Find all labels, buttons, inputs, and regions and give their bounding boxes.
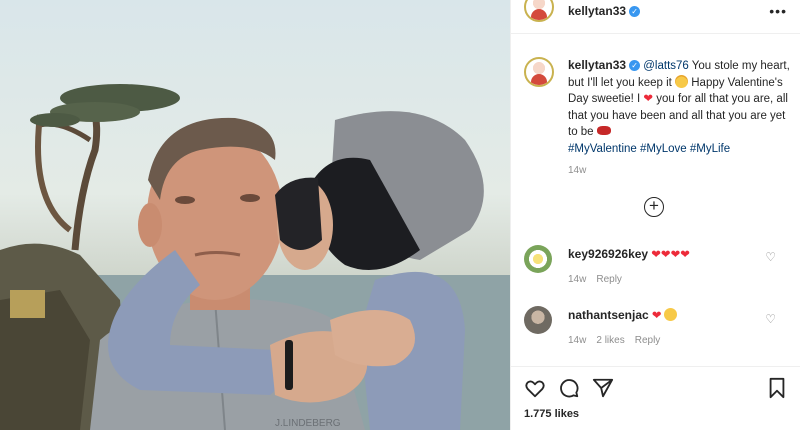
- comment-likes[interactable]: 2 likes: [596, 335, 624, 346]
- comment-like-heart-icon[interactable]: ♡: [765, 250, 776, 264]
- smiling-face-emoji-icon: [675, 74, 689, 88]
- author-name-row: kellytan33 ✓: [568, 2, 641, 20]
- post-actions-bar: 1.775 likes: [511, 366, 800, 430]
- post-photo[interactable]: J.LINDEBERG: [0, 0, 510, 430]
- caption-age: 14w: [568, 165, 587, 176]
- comment-row: key926926key ❤❤❤❤: [568, 247, 690, 261]
- comment-username[interactable]: key926926key: [568, 247, 648, 261]
- kiss-lips-emoji-icon: [596, 126, 611, 135]
- comment-row: nathantsenjac ❤: [568, 308, 677, 322]
- heart-eyes-emoji-icon: [663, 308, 677, 321]
- svg-text:J.LINDEBERG: J.LINDEBERG: [275, 418, 341, 429]
- post-header: kellytan33 ✓ •••: [511, 0, 800, 34]
- red-heart-emoji-icon: ❤: [643, 93, 654, 105]
- verified-icon: ✓: [629, 60, 641, 71]
- comment-text: ❤❤❤❤: [651, 249, 690, 261]
- photo-illustration: J.LINDEBERG: [0, 84, 510, 430]
- caption-username[interactable]: kellytan33: [568, 58, 626, 72]
- caption-avatar[interactable]: [524, 57, 554, 87]
- like-count[interactable]: 1.775 likes: [524, 408, 579, 420]
- caption-mention[interactable]: @latts76: [643, 60, 689, 72]
- comment-icon[interactable]: [558, 377, 580, 399]
- reply-button[interactable]: Reply: [635, 335, 661, 346]
- caption-hashtags[interactable]: #MyValentine #MyLove #MyLife: [568, 143, 730, 155]
- comment-text: ❤: [651, 310, 662, 322]
- comment-age: 14w: [568, 335, 587, 346]
- bookmark-icon[interactable]: [766, 377, 788, 399]
- author-username[interactable]: kellytan33: [568, 4, 626, 18]
- heart-icon[interactable]: [524, 377, 546, 399]
- comment-meta: 14w Reply: [568, 274, 632, 285]
- post-caption: kellytan33 ✓ @latts76 You stole my heart,…: [568, 57, 793, 157]
- reply-button[interactable]: Reply: [596, 274, 622, 285]
- add-comment-icon[interactable]: +: [644, 197, 664, 217]
- more-icon[interactable]: •••: [769, 3, 787, 19]
- commenter-avatar[interactable]: [524, 306, 552, 334]
- comment-like-heart-icon[interactable]: ♡: [765, 312, 776, 326]
- comment-meta: 14w 2 likes Reply: [568, 335, 670, 346]
- comment-age: 14w: [568, 274, 587, 285]
- commenter-avatar[interactable]: [524, 245, 552, 273]
- author-avatar[interactable]: [524, 0, 554, 22]
- share-icon[interactable]: [592, 377, 614, 399]
- post-side-panel: kellytan33 ✓ ••• kellytan33 ✓ @latts76 You…: [510, 0, 800, 430]
- comment-username[interactable]: nathantsenjac: [568, 308, 649, 322]
- verified-icon: ✓: [629, 6, 641, 17]
